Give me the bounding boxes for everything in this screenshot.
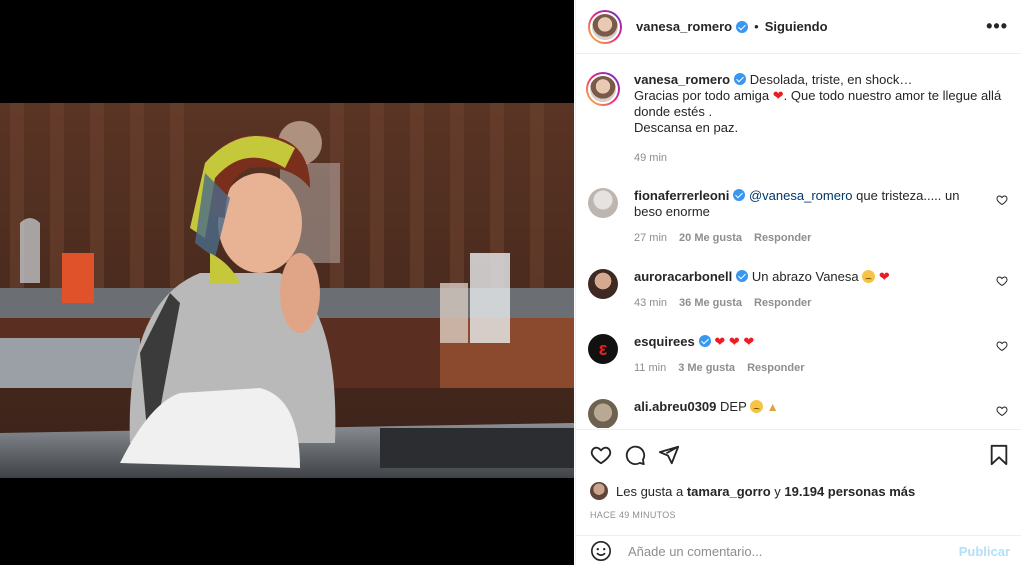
comment-item: ali.abreu0309 DEP ▲ (588, 399, 1008, 428)
caption-time[interactable]: 49 min (634, 150, 667, 166)
share-icon[interactable] (658, 444, 680, 466)
publish-button[interactable]: Publicar (959, 544, 1010, 559)
liker-username[interactable]: tamara_gorro (687, 484, 771, 499)
sad-face-emoji-icon (750, 400, 764, 413)
post-caption: vanesa_romero Desolada, triste, en shock… (586, 72, 1008, 166)
bookmark-icon[interactable] (988, 444, 1010, 466)
author-avatar[interactable] (588, 9, 622, 44)
verified-icon (733, 189, 746, 201)
emoji-icon[interactable] (590, 540, 612, 562)
post-media (0, 0, 574, 565)
comment-avatar[interactable]: ε (588, 334, 618, 364)
comment-time[interactable]: 43 min (634, 295, 667, 311)
comment-likes[interactable]: 3 Me gusta (678, 360, 735, 376)
caption-line2a: Gracias por todo amiga (634, 88, 770, 103)
red-heart-emoji-icon: ❤ (743, 334, 755, 349)
author-username[interactable]: vanesa_romero (636, 19, 732, 34)
comment-icon[interactable] (624, 444, 646, 466)
comment-like-heart-icon[interactable] (996, 194, 1008, 206)
liker-avatar[interactable] (590, 482, 608, 500)
reply-button[interactable]: Responder (754, 230, 811, 246)
red-heart-emoji-icon: ❤ (728, 334, 740, 349)
praying-hands-emoji-icon: ▲ (766, 400, 779, 414)
caption-avatar[interactable] (586, 72, 620, 106)
comment-avatar[interactable] (588, 188, 618, 218)
red-heart-emoji-icon: ❤ (878, 269, 890, 284)
comment-mention[interactable]: @vanesa_romero (749, 188, 853, 203)
photo-illustration (0, 103, 574, 478)
add-comment-bar: Añade un comentario... Publicar (576, 535, 1021, 565)
post-actions: Les gusta a tamara_gorro y 19.194 person… (576, 429, 1021, 565)
likes-prefix: Les gusta a (616, 483, 684, 499)
comment-likes[interactable]: 36 Me gusta (679, 295, 742, 311)
comment-item: ε esquirees ❤ ❤ ❤ 11 min 3 Me gusta Resp… (588, 334, 1008, 376)
caption-line4: Descansa en paz. (634, 120, 739, 135)
comment-username[interactable]: ali.abreu0309 (634, 399, 716, 414)
comment-time[interactable]: 11 min (634, 360, 666, 376)
post-panel: vanesa_romero • Siguiendo ••• vanesa_rom… (575, 0, 1021, 565)
comment-like-heart-icon[interactable] (996, 405, 1008, 417)
following-button[interactable]: Siguiendo (765, 19, 828, 34)
post-photo[interactable] (0, 103, 574, 478)
comment-text: Un abrazo Vanesa (751, 269, 859, 284)
likes-count[interactable]: 19.194 personas más (784, 484, 915, 499)
separator-dot: • (754, 19, 759, 34)
sad-face-emoji-icon (862, 270, 876, 283)
verified-icon (734, 73, 747, 85)
comments-list[interactable]: vanesa_romero Desolada, triste, en shock… (576, 55, 1021, 428)
comment-like-heart-icon[interactable] (996, 275, 1008, 287)
more-options-icon[interactable]: ••• (986, 16, 1008, 37)
comment-item: fionaferrerleoni @vanesa_romero que tris… (588, 188, 1008, 246)
comment-username[interactable]: esquirees (634, 334, 695, 349)
post-timestamp[interactable]: HACE 49 MINUTOS (590, 510, 676, 520)
comment-item: auroracarbonell Un abrazo Vanesa ❤ 43 mi… (588, 269, 1008, 311)
verified-icon (736, 20, 749, 33)
red-heart-emoji-icon: ❤ (714, 334, 726, 349)
likes-and: y (774, 483, 781, 499)
caption-line2b: . Que todo nuestro amor te llegue allá (783, 88, 1002, 103)
reply-button[interactable]: Responder (747, 360, 804, 376)
comment-text: DEP (720, 399, 747, 414)
heart-icon[interactable] (590, 444, 612, 466)
reply-button[interactable]: Responder (754, 295, 811, 311)
comment-avatar[interactable] (588, 269, 618, 299)
comment-time[interactable]: 27 min (634, 230, 667, 246)
caption-line3: donde estés . (634, 104, 713, 119)
red-heart-emoji-icon: ❤ (772, 88, 784, 103)
comment-input[interactable]: Añade un comentario... (628, 544, 959, 559)
comment-username[interactable]: fionaferrerleoni (634, 188, 729, 203)
post-header: vanesa_romero • Siguiendo ••• (576, 0, 1021, 54)
comment-likes[interactable]: 20 Me gusta (679, 230, 742, 246)
caption-username[interactable]: vanesa_romero (634, 72, 730, 87)
comment-username[interactable]: auroracarbonell (634, 269, 732, 284)
comment-like-heart-icon[interactable] (996, 340, 1008, 352)
verified-icon (698, 335, 711, 347)
likes-summary: Les gusta a tamara_gorro y 19.194 person… (590, 482, 915, 500)
verified-icon (736, 270, 749, 282)
comment-avatar[interactable] (588, 399, 618, 428)
caption-line1: Desolada, triste, en shock… (749, 72, 913, 87)
